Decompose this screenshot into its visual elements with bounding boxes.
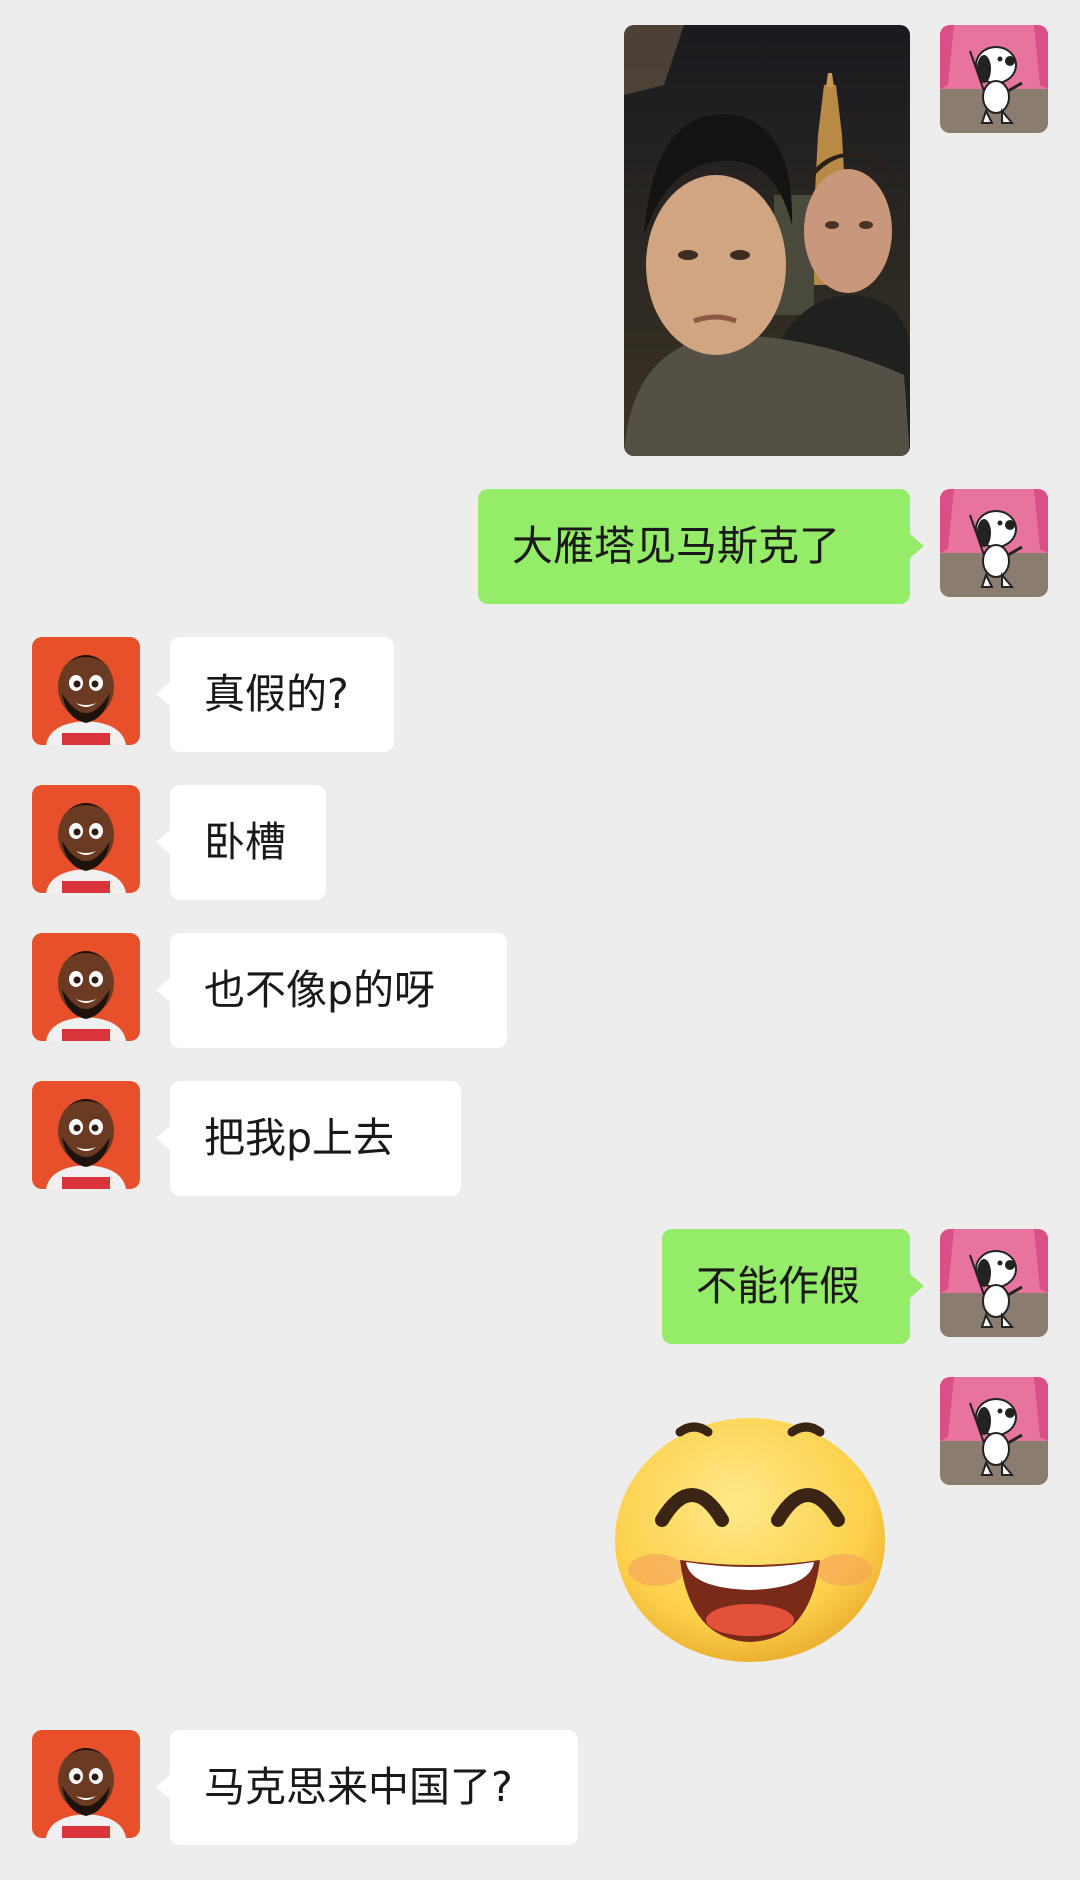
grinning-face-sticker-icon xyxy=(615,1418,885,1662)
message-bubble-contact[interactable]: 卧槽 xyxy=(156,785,326,900)
self-avatar[interactable] xyxy=(940,1229,1048,1337)
self-avatar[interactable] xyxy=(940,489,1048,597)
photo-message[interactable] xyxy=(624,25,910,456)
self-avatar[interactable] xyxy=(940,1377,1048,1485)
snoopy-avatar-icon xyxy=(940,25,1048,133)
message-bubble-contact[interactable]: 马克思来中国了? xyxy=(156,1730,578,1845)
message-bubble-contact[interactable]: 真假的? xyxy=(156,637,394,752)
message-bubble-contact[interactable]: 也不像p的呀 xyxy=(156,933,507,1048)
snoopy-avatar-icon xyxy=(940,1229,1048,1337)
cartoon-man-avatar-icon xyxy=(32,933,140,1041)
cartoon-man-avatar-icon xyxy=(32,637,140,745)
self-avatar[interactable] xyxy=(940,25,1048,133)
contact-avatar[interactable] xyxy=(32,637,140,745)
contact-avatar[interactable] xyxy=(32,1081,140,1189)
cartoon-man-avatar-icon xyxy=(32,1730,140,1838)
snoopy-avatar-icon xyxy=(940,489,1048,597)
message-bubble-self[interactable]: 大雁塔见马斯克了 xyxy=(478,489,924,604)
cartoon-man-avatar-icon xyxy=(32,1081,140,1189)
contact-avatar[interactable] xyxy=(32,785,140,893)
sticker-message[interactable] xyxy=(610,1410,890,1670)
selfie-photo xyxy=(624,25,910,456)
message-bubble-self[interactable]: 不能作假 xyxy=(662,1229,924,1344)
message-bubble-contact[interactable]: 把我p上去 xyxy=(156,1081,461,1196)
cartoon-man-avatar-icon xyxy=(32,785,140,893)
contact-avatar[interactable] xyxy=(32,1730,140,1838)
contact-avatar[interactable] xyxy=(32,933,140,1041)
snoopy-avatar-icon xyxy=(940,1377,1048,1485)
